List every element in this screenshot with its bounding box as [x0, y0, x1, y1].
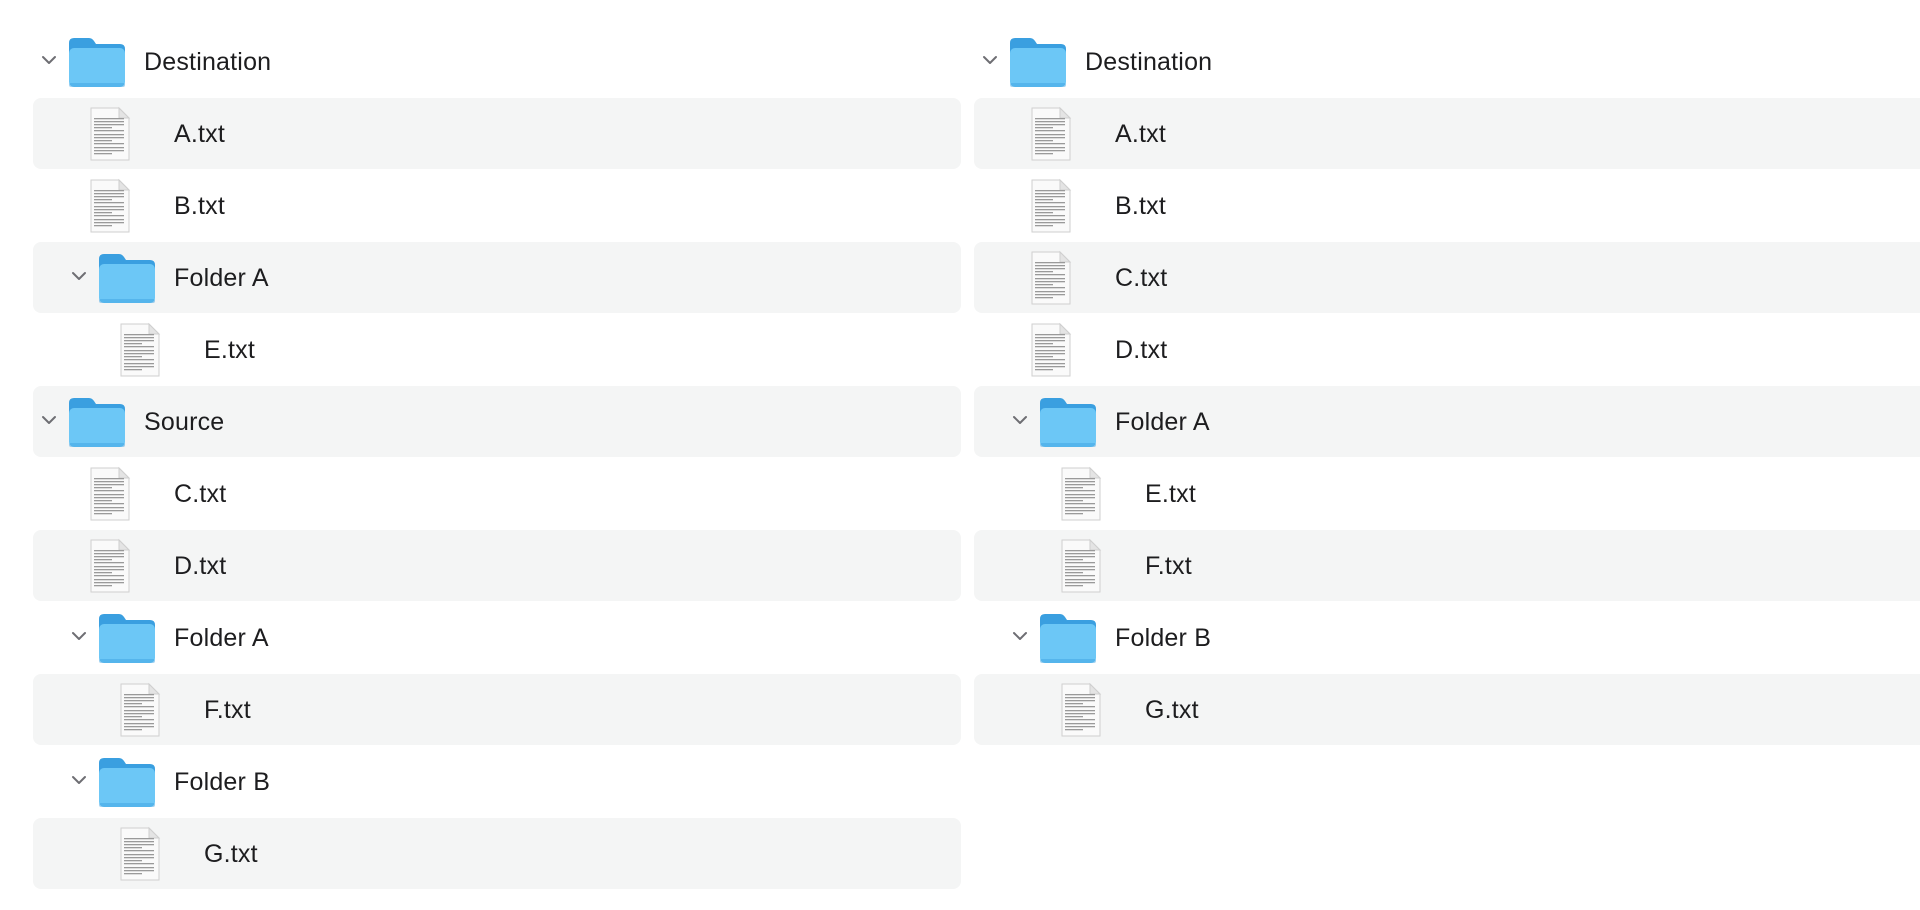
folder-name: Destination	[144, 48, 272, 76]
folder-row-destination[interactable]: Destination	[33, 26, 961, 97]
folder-icon	[67, 395, 127, 449]
file-row-g-txt[interactable]: G.txt	[33, 818, 961, 889]
text-document-icon	[87, 178, 133, 234]
folder-icon	[1038, 611, 1098, 665]
file-row-d-txt[interactable]: D.txt	[33, 530, 961, 601]
chevron-down-icon[interactable]	[69, 770, 89, 790]
text-document-icon	[87, 466, 133, 522]
file-name: C.txt	[1115, 264, 1168, 292]
file-row-g-txt[interactable]: G.txt	[974, 674, 1920, 745]
file-name: G.txt	[204, 840, 258, 868]
text-document-icon	[117, 682, 163, 738]
chevron-down-icon[interactable]	[69, 266, 89, 286]
chevron-down-icon[interactable]	[39, 410, 59, 430]
text-document-icon	[1028, 178, 1074, 234]
file-name: F.txt	[1145, 552, 1192, 580]
folder-name: Folder A	[174, 264, 269, 292]
text-document-icon	[1028, 106, 1074, 162]
folder-name: Folder A	[1115, 408, 1210, 436]
folder-name: Source	[144, 408, 225, 436]
folder-name: Folder B	[174, 768, 271, 796]
file-name: A.txt	[174, 120, 226, 148]
text-document-icon	[1058, 538, 1104, 594]
folder-icon	[97, 611, 157, 665]
folder-row-folder-b[interactable]: Folder B	[974, 602, 1920, 673]
chevron-down-icon[interactable]	[1010, 626, 1030, 646]
text-document-icon	[87, 106, 133, 162]
chevron-down-icon[interactable]	[1010, 410, 1030, 430]
file-name: F.txt	[204, 696, 251, 724]
folder-row-destination[interactable]: Destination	[974, 26, 1920, 97]
text-document-icon	[117, 826, 163, 882]
chevron-down-icon[interactable]	[980, 50, 1000, 70]
left-file-tree: Destination A.txt B.txt Folder A E.txt Source…	[33, 26, 961, 890]
folder-name: Destination	[1085, 48, 1213, 76]
file-row-e-txt[interactable]: E.txt	[33, 314, 961, 385]
file-row-c-txt[interactable]: C.txt	[33, 458, 961, 529]
text-document-icon	[1058, 466, 1104, 522]
text-document-icon	[1058, 682, 1104, 738]
file-row-f-txt[interactable]: F.txt	[974, 530, 1920, 601]
folder-icon	[97, 755, 157, 809]
file-name: C.txt	[174, 480, 227, 508]
folder-row-folder-a[interactable]: Folder A	[33, 602, 961, 673]
file-row-e-txt[interactable]: E.txt	[974, 458, 1920, 529]
file-row-b-txt[interactable]: B.txt	[974, 170, 1920, 241]
file-name: G.txt	[1145, 696, 1199, 724]
file-name: B.txt	[1115, 192, 1167, 220]
text-document-icon	[1028, 250, 1074, 306]
file-name: D.txt	[1115, 336, 1168, 364]
folder-row-folder-a[interactable]: Folder A	[33, 242, 961, 313]
text-document-icon	[1028, 322, 1074, 378]
folder-name: Folder B	[1115, 624, 1212, 652]
folder-icon	[97, 251, 157, 305]
folder-icon	[1008, 35, 1068, 89]
folder-row-folder-a[interactable]: Folder A	[974, 386, 1920, 457]
folder-icon	[1038, 395, 1098, 449]
file-name: B.txt	[174, 192, 226, 220]
chevron-down-icon[interactable]	[69, 626, 89, 646]
file-name: E.txt	[204, 336, 256, 364]
folder-icon	[67, 35, 127, 89]
text-document-icon	[87, 538, 133, 594]
file-name: A.txt	[1115, 120, 1167, 148]
file-row-d-txt[interactable]: D.txt	[974, 314, 1920, 385]
chevron-down-icon[interactable]	[39, 50, 59, 70]
file-row-f-txt[interactable]: F.txt	[33, 674, 961, 745]
text-document-icon	[117, 322, 163, 378]
folder-row-source[interactable]: Source	[33, 386, 961, 457]
folder-name: Folder A	[174, 624, 269, 652]
file-name: E.txt	[1145, 480, 1197, 508]
file-row-c-txt[interactable]: C.txt	[974, 242, 1920, 313]
folder-row-folder-b[interactable]: Folder B	[33, 746, 961, 817]
file-row-a-txt[interactable]: A.txt	[33, 98, 961, 169]
right-file-tree: Destination A.txt B.txt C.txt D.txt Folder A E…	[974, 26, 1920, 746]
file-row-a-txt[interactable]: A.txt	[974, 98, 1920, 169]
file-row-b-txt[interactable]: B.txt	[33, 170, 961, 241]
file-name: D.txt	[174, 552, 227, 580]
